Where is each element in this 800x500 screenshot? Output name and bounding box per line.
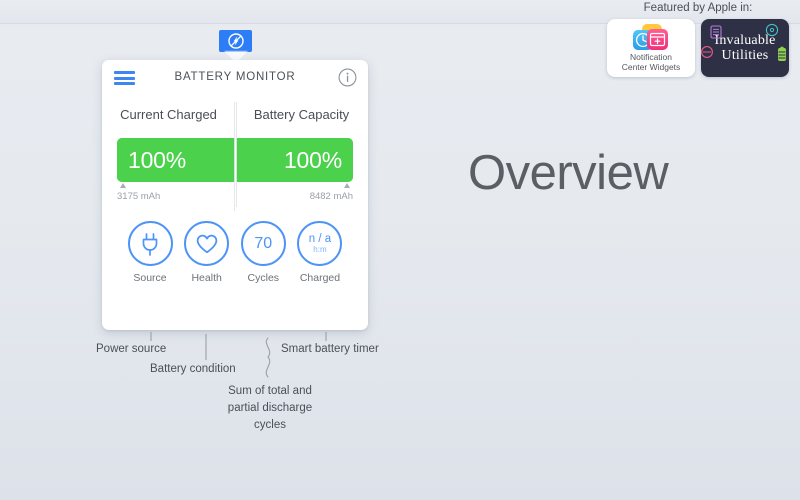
widget-icons-group [628, 24, 674, 50]
annotation-discharge-cycles-line1: Sum of total and [228, 385, 312, 397]
stat-source-label: Source [133, 272, 167, 284]
card-header: BATTERY MONITOR [102, 60, 368, 96]
stat-source[interactable]: Source [124, 221, 176, 284]
badge-caption-line2: Center Widgets [621, 62, 681, 72]
stat-health-label: Health [191, 272, 222, 284]
power-plug-icon [142, 232, 158, 256]
badge-caption: Notification Center Widgets [622, 52, 681, 72]
annotation-smart-battery-timer: Smart battery timer [281, 343, 379, 355]
heart-icon [196, 234, 217, 253]
gauge-bar-battery-capacity: 100% [235, 138, 353, 182]
capacity-marker-left [120, 183, 126, 188]
gauge-divider [235, 102, 236, 211]
featured-title: Featured by Apple in: [643, 2, 753, 14]
stat-cycles-value: 70 [254, 234, 273, 252]
capacity-value-current: 3175 mAh [117, 191, 161, 202]
annotation-discharge-cycles: Sum of total and partial discharge cycle… [196, 383, 344, 434]
gauge-bar-current-charged: 100% [117, 138, 235, 182]
menubar-app-icon[interactable] [219, 30, 252, 52]
calculator-icon [710, 25, 722, 39]
stat-health[interactable]: Health [181, 221, 233, 284]
card-title: BATTERY MONITOR [174, 71, 296, 83]
annotation-battery-condition: Battery condition [150, 363, 236, 375]
widget-icon-window [647, 29, 668, 50]
annotation-discharge-cycles-line3: cycles [254, 419, 286, 431]
info-circle-icon[interactable] [338, 68, 357, 87]
gauge-label-battery-capacity: Battery Capacity [253, 107, 350, 122]
badge-invaluable-utilities[interactable]: Invaluable Utilities [701, 19, 789, 77]
stat-charged[interactable]: n / a h:m Charged [294, 221, 346, 284]
gauge-label-current-charged: Current Charged [120, 107, 217, 122]
stat-charged-label: Charged [299, 272, 341, 284]
annotation-power-source: Power source [96, 343, 167, 355]
stat-cycles-label: Cycles [247, 272, 280, 284]
badge-dark-line2: Utilities [721, 48, 769, 63]
stat-health-circle [184, 221, 230, 266]
gauge-value-battery-capacity: 100% [283, 146, 342, 173]
stat-charged-unit: h:m [313, 245, 327, 254]
capacity-marker-right [344, 183, 350, 188]
capacity-value-total: 8482 mAh [309, 191, 353, 202]
annotation-discharge-cycles-line2: partial discharge [227, 402, 313, 414]
featured-badges: Notification Center Widgets Invaluable U… [600, 19, 796, 77]
badge-caption-line1: Notification [629, 52, 673, 62]
gauge-value-current-charged: 100% [128, 146, 187, 173]
stat-cycles-circle: 70 [240, 221, 286, 266]
screenshot-root: BATTERY MONITOR Current Charged Battery … [0, 0, 800, 500]
stat-charged-circle: n / a h:m [297, 221, 343, 266]
divide-circle-icon [701, 46, 713, 58]
battery-monitor-popover: BATTERY MONITOR Current Charged Battery … [102, 60, 368, 330]
bolt-circle-icon [227, 33, 244, 49]
gauge-bar-divider [235, 207, 237, 251]
badge-notification-center-widgets[interactable]: Notification Center Widgets [607, 19, 695, 77]
stat-cycles[interactable]: 70 Cycles [237, 221, 289, 284]
battery-icon [778, 46, 786, 61]
stat-source-circle [127, 221, 173, 266]
stat-charged-value: n / a [308, 233, 332, 245]
page-title: Overview [468, 146, 669, 200]
featured-section: Featured by Apple in: Notification Cente… [600, 2, 796, 77]
gauge-circle-icon [765, 23, 779, 37]
